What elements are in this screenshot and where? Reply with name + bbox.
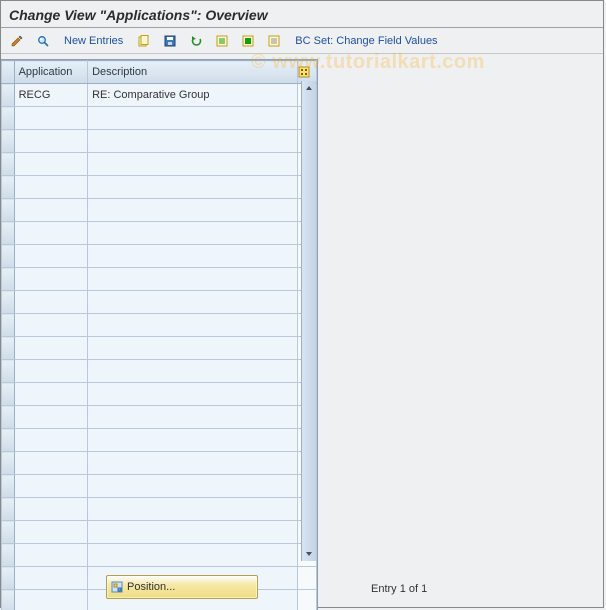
cell-application[interactable]	[14, 176, 88, 199]
row-handle[interactable]	[2, 107, 15, 130]
deselect-all-icon[interactable]	[262, 30, 286, 52]
cell-application[interactable]	[14, 383, 88, 406]
cell-application[interactable]	[14, 337, 88, 360]
cell-description[interactable]	[88, 268, 298, 291]
position-button-label: Position...	[127, 581, 175, 593]
row-handle[interactable]	[2, 475, 15, 498]
row-handle[interactable]	[2, 291, 15, 314]
cell-application[interactable]	[14, 291, 88, 314]
applications-table: Application Description RECGRE: Comparat…	[1, 60, 317, 610]
row-handle[interactable]	[2, 383, 15, 406]
cell-application[interactable]	[14, 130, 88, 153]
row-handle[interactable]	[2, 452, 15, 475]
select-block-icon[interactable]	[236, 30, 260, 52]
cell-application[interactable]	[14, 429, 88, 452]
scroll-down-icon[interactable]	[303, 547, 315, 561]
cell-application[interactable]: RECG	[14, 84, 88, 107]
copy-icon[interactable]	[132, 30, 156, 52]
row-scroll-gutter	[298, 590, 317, 610]
cell-application[interactable]	[14, 222, 88, 245]
row-handle[interactable]	[2, 498, 15, 521]
position-icon	[107, 580, 127, 594]
row-handle[interactable]	[2, 153, 15, 176]
cell-description[interactable]	[88, 475, 298, 498]
cell-application[interactable]	[14, 567, 88, 590]
row-handle[interactable]	[2, 199, 15, 222]
bcset-button[interactable]: BC Set: Change Field Values	[288, 30, 444, 52]
cell-description[interactable]	[88, 314, 298, 337]
row-handle[interactable]	[2, 590, 15, 610]
column-header-application[interactable]: Application	[14, 61, 88, 84]
cell-application[interactable]	[14, 245, 88, 268]
save-icon[interactable]	[158, 30, 182, 52]
cell-application[interactable]	[14, 107, 88, 130]
cell-description[interactable]	[88, 130, 298, 153]
row-handle[interactable]	[2, 544, 15, 567]
cell-description[interactable]	[88, 199, 298, 222]
vertical-scrollbar[interactable]	[301, 81, 316, 561]
cell-description[interactable]	[88, 383, 298, 406]
application-toolbar: New Entries BC Set: Change Field Values	[1, 28, 603, 54]
cell-application[interactable]	[14, 475, 88, 498]
cell-description[interactable]	[88, 291, 298, 314]
cell-application[interactable]	[14, 314, 88, 337]
row-handle[interactable]	[2, 406, 15, 429]
cell-description[interactable]: RE: Comparative Group	[88, 84, 298, 107]
row-handle[interactable]	[2, 314, 15, 337]
cell-description[interactable]	[88, 176, 298, 199]
row-handle[interactable]	[2, 245, 15, 268]
content-area: Application Description RECGRE: Comparat…	[1, 59, 603, 567]
cell-description[interactable]	[88, 107, 298, 130]
row-handle[interactable]	[2, 84, 15, 107]
cell-application[interactable]	[14, 452, 88, 475]
row-handle[interactable]	[2, 176, 15, 199]
row-handle[interactable]	[2, 268, 15, 291]
entry-count-text: Entry 1 of 1	[371, 583, 427, 595]
row-handle[interactable]	[2, 130, 15, 153]
cell-description[interactable]	[88, 153, 298, 176]
row-handle[interactable]	[2, 222, 15, 245]
cell-description[interactable]	[88, 498, 298, 521]
cell-description[interactable]	[88, 521, 298, 544]
cell-description[interactable]	[88, 429, 298, 452]
cell-description[interactable]	[88, 544, 298, 567]
row-handle[interactable]	[2, 429, 15, 452]
column-header-description[interactable]: Description	[88, 61, 298, 84]
new-entries-button[interactable]: New Entries	[57, 30, 130, 52]
cell-application[interactable]	[14, 268, 88, 291]
cell-application[interactable]	[14, 498, 88, 521]
cell-description[interactable]	[88, 337, 298, 360]
cell-application[interactable]	[14, 406, 88, 429]
row-handle[interactable]	[2, 360, 15, 383]
cell-application[interactable]	[14, 360, 88, 383]
scroll-up-icon[interactable]	[303, 81, 315, 95]
row-scroll-gutter	[298, 567, 317, 590]
row-handle[interactable]	[2, 521, 15, 544]
cell-description[interactable]	[88, 222, 298, 245]
select-all-icon[interactable]	[210, 30, 234, 52]
cell-description[interactable]	[88, 245, 298, 268]
cell-description[interactable]	[88, 452, 298, 475]
cell-application[interactable]	[14, 521, 88, 544]
cell-application[interactable]	[14, 590, 88, 610]
cell-application[interactable]	[14, 544, 88, 567]
table-corner[interactable]	[2, 61, 15, 84]
cell-application[interactable]	[14, 153, 88, 176]
row-handle[interactable]	[2, 567, 15, 590]
edit-icon[interactable]	[5, 30, 29, 52]
cell-description[interactable]	[88, 406, 298, 429]
cell-application[interactable]	[14, 199, 88, 222]
position-button[interactable]: Position...	[106, 575, 258, 599]
find-icon[interactable]	[31, 30, 55, 52]
undo-icon[interactable]	[184, 30, 208, 52]
row-handle[interactable]	[2, 337, 15, 360]
page-title: Change View "Applications": Overview	[1, 1, 603, 28]
cell-description[interactable]	[88, 360, 298, 383]
